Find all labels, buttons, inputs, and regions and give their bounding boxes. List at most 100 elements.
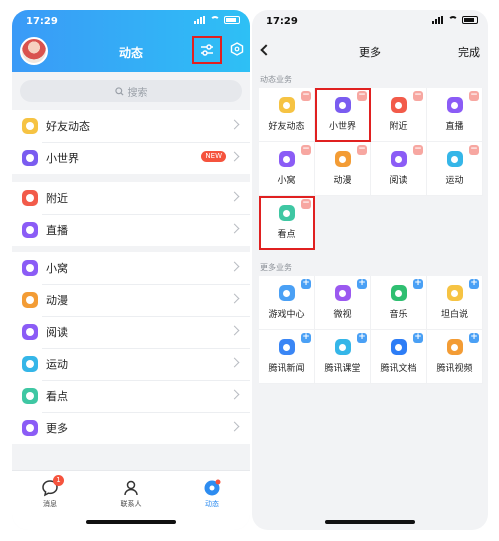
remove-service-button[interactable]: − — [413, 145, 423, 155]
list-item-label: 运动 — [46, 358, 68, 371]
grid-item[interactable]: 直播 − — [427, 88, 483, 142]
remove-service-button[interactable]: − — [357, 145, 367, 155]
list-item-label: 看点 — [46, 390, 68, 403]
remove-service-button[interactable]: − — [301, 91, 311, 101]
list-item-label: 好友动态 — [46, 120, 90, 133]
confess-icon — [446, 285, 463, 301]
grid-item[interactable]: 坦白说 + — [427, 276, 483, 330]
active-services-grid: 好友动态 − 小世界 − 附近 − 直播 − 小窝 − 动漫 − 阅读 − 运动 − 看点 − — [259, 88, 483, 250]
remove-service-button[interactable]: − — [469, 145, 479, 155]
search-icon — [114, 86, 124, 96]
grid-item[interactable]: 运动 − — [427, 142, 483, 196]
grid-item[interactable]: 游戏中心 + — [259, 276, 315, 330]
tab-feed[interactable]: 动态 — [182, 479, 242, 509]
status-time: 17:29 — [26, 16, 58, 27]
friend-feed-icon — [278, 97, 295, 113]
right-screen: 17:29 更多 完成 动态业务 好友动态 − 小世界 − 附近 − 直播 − 小窝 − 动漫 − 阅读… — [252, 10, 488, 530]
signal-icon — [194, 16, 206, 24]
grid-item[interactable]: 腾讯视频 + — [427, 330, 483, 384]
grid-item[interactable]: 音乐 + — [371, 276, 427, 330]
list-item[interactable]: 小窝 — [12, 252, 250, 284]
list-item[interactable]: 附近 — [12, 182, 250, 214]
grid-item-label: 游戏中心 — [268, 310, 305, 320]
nearby-icon — [390, 97, 407, 113]
search-input[interactable]: 搜索 — [20, 80, 242, 102]
grid-item-label: 小世界 — [328, 122, 356, 132]
list-group-3: 小窝 动漫 阅读 运动 看点 更多 — [12, 252, 250, 444]
remove-service-button[interactable]: − — [357, 91, 367, 101]
add-service-button[interactable]: + — [469, 333, 479, 343]
add-service-button[interactable]: + — [301, 333, 311, 343]
add-service-button[interactable]: + — [469, 279, 479, 289]
grid-item[interactable]: 腾讯新闻 + — [259, 330, 315, 384]
chevron-right-icon — [229, 151, 240, 162]
sliders-icon — [201, 44, 213, 56]
grid-item[interactable]: 腾讯文档 + — [371, 330, 427, 384]
chevron-right-icon — [229, 421, 240, 432]
tab-contacts[interactable]: 联系人 — [101, 479, 161, 509]
live-icon — [446, 97, 463, 113]
grid-item[interactable]: 附近 − — [371, 88, 427, 142]
grid-item[interactable]: 看点 − — [259, 196, 315, 250]
grid-item[interactable]: 动漫 − — [315, 142, 371, 196]
grid-item[interactable]: 小世界 − — [315, 88, 371, 142]
list-item[interactable]: 直播 — [12, 214, 250, 246]
grid-item-label: 动漫 — [333, 176, 352, 186]
grid-item[interactable]: 阅读 − — [371, 142, 427, 196]
add-service-button[interactable]: + — [357, 333, 367, 343]
list-group-2: 附近 直播 — [12, 182, 250, 246]
list-item[interactable]: 小世界 NEW — [12, 142, 250, 174]
add-service-button[interactable]: + — [357, 279, 367, 289]
hexagon-settings-icon[interactable] — [230, 42, 244, 56]
grid-item[interactable]: 微视 + — [315, 276, 371, 330]
list-item[interactable]: 运动 — [12, 348, 250, 380]
grid-item-label: 腾讯文档 — [380, 364, 417, 374]
battery-icon — [462, 16, 478, 24]
small-world-icon — [334, 97, 351, 113]
grid-item-label: 运动 — [445, 176, 464, 186]
grid-item[interactable]: 腾讯课堂 + — [315, 330, 371, 384]
grid-item-label: 微视 — [333, 310, 352, 320]
search-placeholder: 搜索 — [127, 87, 148, 99]
list-item[interactable]: 好友动态 — [12, 110, 250, 142]
tab-label: 联系人 — [120, 500, 142, 508]
remove-service-button[interactable]: − — [301, 199, 311, 209]
status-time: 17:29 — [266, 16, 298, 27]
grid-item[interactable]: 小窝 − — [259, 142, 315, 196]
add-service-button[interactable]: + — [413, 279, 423, 289]
list-item[interactable]: 看点 — [12, 380, 250, 412]
tab-label: 动态 — [205, 500, 219, 508]
grid-item-label: 腾讯课堂 — [324, 364, 361, 374]
list-item[interactable]: 动漫 — [12, 284, 250, 316]
more-services-grid: 游戏中心 + 微视 + 音乐 + 坦白说 + 腾讯新闻 + 腾讯课堂 + 腾讯文档 + 腾讯视频 + — [259, 276, 483, 384]
grid-item-label: 腾讯新闻 — [268, 364, 305, 374]
small-world-icon — [22, 150, 38, 166]
remove-service-button[interactable]: − — [301, 145, 311, 155]
screenshot-frame: 17:29 动态 搜索 好友动态 小世界 NEW 附近 直播 小窝 动漫 阅读 … — [0, 0, 499, 541]
remove-service-button[interactable]: − — [413, 91, 423, 101]
done-button[interactable]: 完成 — [458, 44, 480, 60]
kandian-icon — [22, 388, 38, 404]
remove-service-button[interactable]: − — [469, 91, 479, 101]
chevron-right-icon — [229, 223, 240, 234]
add-service-button[interactable]: + — [301, 279, 311, 289]
list-item[interactable]: 更多 — [12, 412, 250, 444]
list-group-1: 好友动态 小世界 NEW — [12, 110, 250, 174]
more-grid-icon — [22, 420, 38, 436]
status-bar: 17:29 — [252, 10, 488, 32]
grid-item-label: 看点 — [277, 230, 296, 240]
kandian-icon — [278, 205, 295, 221]
list-item-label: 阅读 — [46, 326, 68, 339]
chevron-right-icon — [229, 261, 240, 272]
reading-icon — [390, 151, 407, 167]
filter-settings-button[interactable] — [192, 36, 222, 64]
grid-item-label: 腾讯视频 — [436, 364, 473, 374]
news-icon — [278, 339, 295, 355]
tab-messages[interactable]: 1 消息 — [20, 475, 80, 509]
list-item-label: 附近 — [46, 192, 68, 205]
list-item[interactable]: 阅读 — [12, 316, 250, 348]
add-service-button[interactable]: + — [413, 333, 423, 343]
grid-item[interactable]: 好友动态 − — [259, 88, 315, 142]
message-icon: 1 — [41, 475, 64, 497]
left-header: 17:29 动态 — [12, 10, 250, 72]
